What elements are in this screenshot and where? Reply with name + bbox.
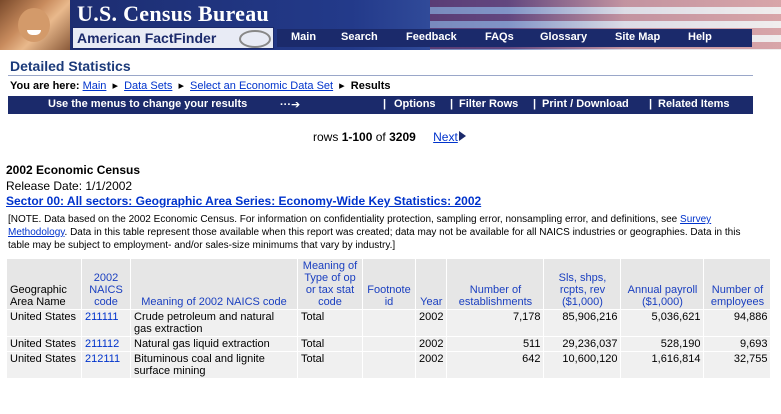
- nav-glossary[interactable]: Glossary: [540, 31, 587, 43]
- cell-geo: United States: [6, 309, 82, 337]
- cell-establishments: 511: [446, 336, 545, 352]
- cell-naics-link[interactable]: 211112: [81, 336, 131, 352]
- menu-divider: |: [383, 98, 387, 110]
- cell-establishments: 7,178: [446, 309, 545, 337]
- cell-payroll: 1,616,814: [620, 351, 705, 379]
- cell-type: Total: [297, 336, 363, 352]
- col-employees[interactable]: Number of employees: [703, 258, 772, 310]
- page-title: Detailed Statistics: [10, 58, 131, 74]
- menu-options[interactable]: Options: [394, 98, 436, 110]
- table-row: United States 212111 Bituminous coal and…: [6, 351, 772, 379]
- cell-naics-link[interactable]: 212111: [81, 351, 131, 379]
- col-sales[interactable]: Sls, shps, rcpts, rev ($1,000): [543, 258, 622, 310]
- nav-help[interactable]: Help: [688, 31, 712, 43]
- top-nav: Main Search Feedback FAQs Glossary Site …: [277, 29, 752, 47]
- col-footnote[interactable]: Footnote id: [362, 258, 416, 310]
- results-table: Geographic Area Name 2002 NAICS code Mea…: [6, 258, 772, 379]
- site-header: U.S. Census Bureau American FactFinder M…: [0, 0, 781, 50]
- magnifier-icon: [239, 30, 271, 48]
- cell-establishments: 642: [446, 351, 545, 379]
- next-arrow-icon[interactable]: [458, 131, 466, 141]
- cell-naics-link[interactable]: 211111: [81, 309, 131, 337]
- menu-arrow-icon: ···➔: [280, 99, 301, 111]
- menu-divider: |: [533, 98, 537, 110]
- next-link[interactable]: Next: [433, 130, 458, 144]
- menu-related-items[interactable]: Related Items: [658, 98, 730, 110]
- col-establishments[interactable]: Number of establishments: [446, 258, 545, 310]
- nav-main[interactable]: Main: [291, 31, 316, 43]
- menu-divider: |: [649, 98, 653, 110]
- cell-footnote: [362, 309, 416, 337]
- census-title: 2002 Economic Census: [6, 163, 141, 177]
- cell-type: Total: [297, 309, 363, 337]
- note-text-a: [NOTE. Data based on the 2002 Economic C…: [8, 214, 678, 225]
- breadcrumb-select-economic[interactable]: Select an Economic Data Set: [190, 80, 333, 92]
- naics-code-link[interactable]: 211112: [85, 338, 119, 350]
- breadcrumb-data-sets[interactable]: Data Sets: [124, 80, 172, 92]
- cell-payroll: 528,190: [620, 336, 705, 352]
- cell-employees: 94,886: [703, 309, 772, 337]
- cell-geo: United States: [6, 351, 82, 379]
- col-annual-payroll[interactable]: Annual payroll ($1,000): [620, 258, 705, 310]
- nav-site-map[interactable]: Site Map: [615, 31, 660, 43]
- breadcrumb-current: Results: [350, 80, 391, 92]
- face-graphic: [18, 8, 50, 42]
- col-year[interactable]: Year: [414, 258, 448, 310]
- table-row: United States 211112 Natural gas liquid …: [6, 336, 772, 352]
- cell-geo: United States: [6, 336, 82, 352]
- cell-year: 2002: [414, 351, 448, 379]
- cell-employees: 32,755: [703, 351, 772, 379]
- data-note: [NOTE. Data based on the 2002 Economic C…: [8, 213, 753, 252]
- col-naics-meaning[interactable]: Meaning of 2002 NAICS code: [130, 258, 298, 310]
- rows-pager: rows 1-100 of 3209 Next: [313, 130, 466, 144]
- breadcrumb-main[interactable]: Main: [83, 80, 107, 92]
- title-divider: [8, 75, 753, 76]
- cell-meaning: Bituminous coal and lignite surface mini…: [130, 351, 298, 379]
- menu-divider: |: [450, 98, 454, 110]
- breadcrumb-arrow-icon: ▸: [339, 80, 345, 92]
- cell-footnote: [362, 336, 416, 352]
- cell-sales: 10,600,120: [543, 351, 622, 379]
- results-menu-bar: Use the menus to change your results ···…: [8, 96, 753, 114]
- breadcrumb-prefix: You are here:: [10, 80, 80, 92]
- cell-footnote: [362, 351, 416, 379]
- cell-sales: 85,906,216: [543, 309, 622, 337]
- table-row: United States 211111 Crude petroleum and…: [6, 309, 772, 337]
- note-text-b: . Data in this table represent those ava…: [8, 227, 741, 251]
- col-geographic-area: Geographic Area Name: [6, 258, 82, 310]
- cell-type: Total: [297, 351, 363, 379]
- rows-of: of: [375, 130, 386, 144]
- cell-meaning: Crude petroleum and natural gas extracti…: [130, 309, 298, 337]
- cell-meaning: Natural gas liquid extraction: [130, 336, 298, 352]
- release-date: Release Date: 1/1/2002: [6, 179, 133, 193]
- col-type-of-op[interactable]: Meaning of Type of op or tax stat code: [297, 258, 363, 310]
- nav-search[interactable]: Search: [341, 31, 378, 43]
- cell-payroll: 5,036,621: [620, 309, 705, 337]
- rows-total: 3209: [389, 130, 416, 144]
- cell-year: 2002: [414, 309, 448, 337]
- menu-filter-rows[interactable]: Filter Rows: [459, 98, 518, 110]
- cell-sales: 29,236,037: [543, 336, 622, 352]
- naics-code-link[interactable]: 211111: [85, 311, 118, 323]
- breadcrumb: You are here: Main ▸ Data Sets ▸ Select …: [10, 79, 391, 92]
- cell-employees: 9,693: [703, 336, 772, 352]
- rows-range: 1-100: [341, 130, 373, 144]
- factfinder-label: American FactFinder: [77, 30, 217, 46]
- nav-feedback[interactable]: Feedback: [406, 31, 457, 43]
- naics-code-link[interactable]: 212111: [85, 353, 120, 365]
- menu-hint: Use the menus to change your results: [48, 98, 248, 110]
- cell-year: 2002: [414, 336, 448, 352]
- menu-print-download[interactable]: Print / Download: [542, 98, 629, 110]
- rows-prefix: rows: [313, 130, 339, 144]
- bureau-title[interactable]: U.S. Census Bureau: [77, 1, 269, 27]
- col-naics-code[interactable]: 2002 NAICS code: [81, 258, 131, 310]
- nav-faqs[interactable]: FAQs: [485, 31, 514, 43]
- factfinder-logo[interactable]: American FactFinder: [72, 27, 274, 49]
- breadcrumb-arrow-icon: ▸: [178, 80, 184, 92]
- table-header-row: Geographic Area Name 2002 NAICS code Mea…: [6, 258, 772, 310]
- banner-photo: [0, 0, 70, 50]
- breadcrumb-arrow-icon: ▸: [112, 80, 118, 92]
- sector-link[interactable]: Sector 00: All sectors: Geographic Area …: [6, 194, 481, 208]
